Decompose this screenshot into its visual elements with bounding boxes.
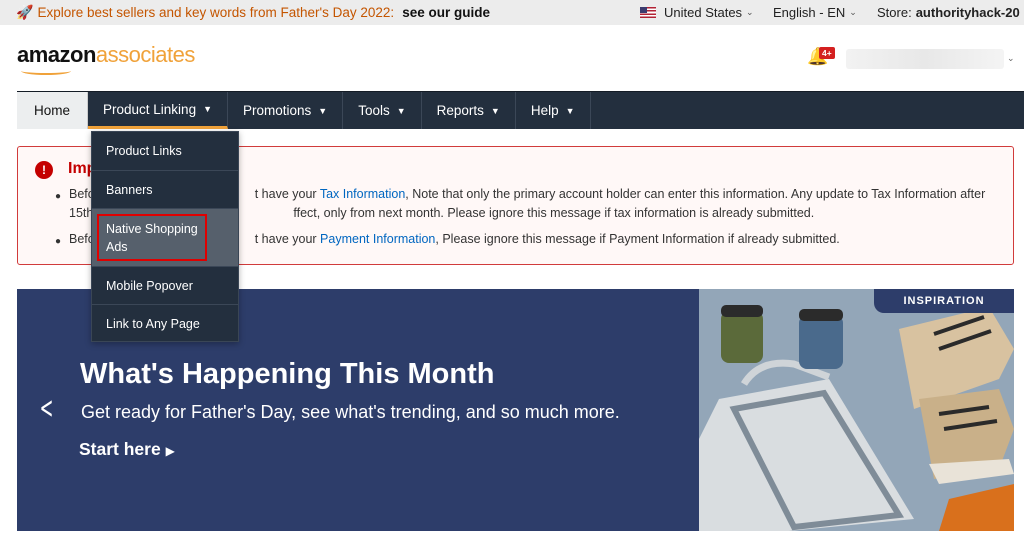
top-promo-bar: 🚀 Explore best sellers and key words fro… (0, 0, 1024, 25)
alert-text: t have your (254, 232, 321, 246)
language-selector[interactable]: English - EN ⌄ (773, 5, 857, 20)
payment-information-link[interactable]: Payment Information (320, 232, 435, 246)
banner-product-image: INSPIRATION (699, 289, 1014, 531)
notification-badge: 4+ (819, 47, 835, 59)
main-nav: Home Product Linking ▼ Promotions ▼ Tool… (17, 91, 1024, 129)
logo-associates-text: associates (95, 42, 195, 67)
site-header: amazonassociates 🔔 4+ ⌄ (0, 25, 1024, 91)
logo-smile (21, 67, 71, 75)
store-selector[interactable]: Store: authorityhack-20 (877, 5, 1020, 20)
alert-text: , Note that only the primary account hol… (405, 187, 986, 201)
nav-help[interactable]: Help ▼ (516, 92, 591, 129)
country-selector[interactable]: United States ⌄ (640, 5, 754, 20)
menu-item-label: Banners (106, 182, 153, 197)
rocket-icon: 🚀 (16, 4, 34, 20)
nav-product-linking-label: Product Linking (103, 101, 197, 117)
menu-item-label: Product Links (106, 144, 182, 158)
bullet: ● (55, 191, 62, 202)
caret-down-icon: ▼ (203, 104, 212, 114)
menu-item-label: Link to Any Page (106, 316, 200, 331)
banner-title: What's Happening This Month (80, 358, 495, 390)
menu-item-product-links[interactable]: Product Links (92, 132, 238, 171)
menu-item-label: Mobile Popover (106, 278, 193, 293)
nav-reports[interactable]: Reports ▼ (422, 92, 516, 129)
chevron-down-icon: ⌄ (849, 7, 857, 17)
nav-promotions[interactable]: Promotions ▼ (228, 92, 344, 129)
banner-subtitle: Get ready for Father's Day, see what's t… (81, 402, 620, 422)
us-flag-icon (640, 7, 656, 18)
start-here-link[interactable]: Start here ▶ (79, 439, 175, 460)
tax-information-link[interactable]: Tax Information (320, 187, 405, 201)
alert-text: t have your (254, 187, 320, 201)
nav-help-label: Help (530, 103, 559, 118)
promo-guide-link[interactable]: see our guide (402, 5, 490, 20)
language-label: English - EN (773, 5, 846, 20)
account-menu[interactable] (846, 49, 1004, 69)
alert-text: 15th (69, 206, 94, 220)
amazon-associates-logo[interactable]: amazonassociates (17, 42, 195, 75)
cta-label: Start here (79, 439, 161, 459)
store-label: Store: (877, 5, 912, 20)
caret-down-icon: ▼ (490, 105, 500, 116)
menu-item-banners[interactable]: Banners (92, 171, 238, 209)
highlight-annotation-box (97, 214, 207, 261)
chevron-down-icon: ⌄ (746, 7, 754, 17)
menu-item-mobile-popover[interactable]: Mobile Popover (92, 267, 238, 305)
store-id: authorityhack-20 (915, 5, 1020, 20)
caret-down-icon: ▼ (396, 105, 406, 116)
bullet: ● (55, 236, 62, 247)
nav-product-linking[interactable]: Product Linking ▼ (88, 92, 228, 129)
chevron-down-icon[interactable]: ⌄ (1007, 53, 1015, 64)
logo-amazon-text: amazon (17, 42, 96, 67)
carousel-prev-arrow-icon[interactable]: < (40, 391, 54, 426)
caret-down-icon: ▼ (318, 105, 328, 116)
country-label: United States (664, 5, 743, 20)
nav-reports-label: Reports (436, 103, 484, 118)
nav-home[interactable]: Home (17, 92, 89, 129)
caret-down-icon: ▼ (565, 105, 575, 116)
nav-tools-label: Tools (358, 103, 390, 118)
promo-text: Explore best sellers and key words from … (37, 5, 395, 20)
nav-home-label: Home (34, 103, 71, 118)
caret-right-icon: ▶ (165, 444, 175, 458)
alert-icon: ! (35, 161, 53, 179)
nav-tools[interactable]: Tools ▼ (343, 92, 422, 129)
inspiration-tag: INSPIRATION (874, 289, 1014, 313)
products-illustration (699, 289, 1014, 531)
alert-text: , Please ignore this message if Payment … (435, 232, 840, 246)
menu-item-link-to-any-page[interactable]: Link to Any Page (92, 305, 238, 342)
nav-promotions-label: Promotions (243, 103, 312, 118)
alert-text: ffect, only from next month. Please igno… (293, 206, 815, 220)
promo-banner[interactable]: 🚀 Explore best sellers and key words fro… (16, 4, 490, 21)
